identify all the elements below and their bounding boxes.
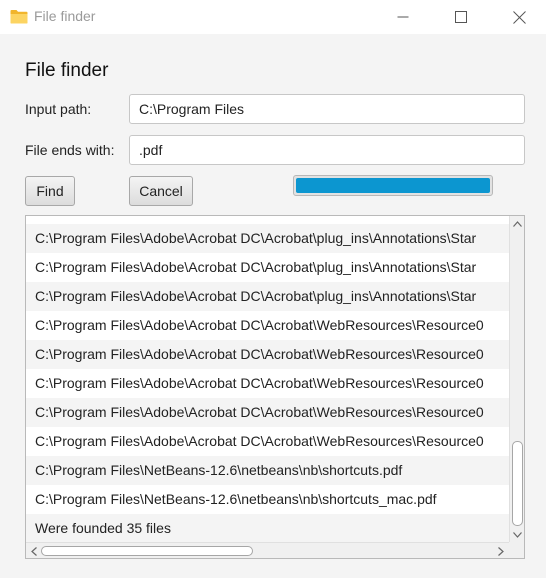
list-item[interactable]: Were founded 35 files <box>26 514 509 543</box>
close-icon <box>512 10 526 24</box>
vertical-scrollbar[interactable] <box>509 216 524 542</box>
cancel-button[interactable]: Cancel <box>129 176 193 206</box>
list-item[interactable]: C:\Program Files\Adobe\Acrobat DC\Acroba… <box>26 253 509 282</box>
chevron-left-icon <box>31 546 37 556</box>
minimize-button[interactable] <box>380 0 426 34</box>
maximize-button[interactable] <box>438 0 484 34</box>
list-item[interactable]: C:\Program Files\Adobe\Acrobat DC\Acroba… <box>26 224 509 253</box>
scroll-right-button[interactable] <box>494 543 508 558</box>
window-titlebar: File finder <box>0 0 546 34</box>
scroll-down-button[interactable] <box>510 528 524 542</box>
vertical-scroll-thumb[interactable] <box>512 441 523 526</box>
input-path-label: Input path: <box>25 101 92 117</box>
minimize-icon <box>397 16 409 18</box>
chevron-down-icon <box>513 532 522 538</box>
scrollbar-corner <box>509 542 524 558</box>
search-progress-bar <box>293 175 493 196</box>
maximize-icon <box>455 11 467 23</box>
find-button[interactable]: Find <box>25 176 75 206</box>
list-item[interactable]: C:\Program Files\NetBeans-12.6\netbeans\… <box>26 456 509 485</box>
chevron-right-icon <box>498 546 504 556</box>
list-item[interactable]: C:\Program Files\Adobe\Acrobat DC\Acroba… <box>26 369 509 398</box>
list-item[interactable]: C:\Program Files\NetBeans-12.6\netbeans\… <box>26 485 509 514</box>
progress-bar-fill <box>296 178 490 193</box>
window-title: File finder <box>34 8 96 24</box>
close-button[interactable] <box>496 0 542 34</box>
input-path-field[interactable] <box>129 94 525 124</box>
list-item[interactable]: C:\Program Files\Adobe\Acrobat DC\Acroba… <box>26 340 509 369</box>
file-ends-with-label: File ends with: <box>25 142 115 158</box>
file-ends-with-field[interactable] <box>129 135 525 165</box>
list-item[interactable]: C:\Program Files\Adobe\Acrobat DC\Acroba… <box>26 398 509 427</box>
scroll-left-button[interactable] <box>27 543 41 558</box>
list-item[interactable]: C:\Program Files\Adobe\Acrobat DC\Acroba… <box>26 311 509 340</box>
list-item[interactable]: C:\Program Files\Adobe\Acrobat DC\Acroba… <box>26 282 509 311</box>
list-item[interactable]: C:\Program Files\Adobe\Acrobat DC\Acroba… <box>26 427 509 456</box>
results-list[interactable]: C:\Program Files\Adobe\Acrobat DC\Acroba… <box>25 215 525 559</box>
chevron-up-icon <box>513 221 522 227</box>
horizontal-scroll-thumb[interactable] <box>41 546 253 556</box>
folder-icon <box>10 10 28 24</box>
page-title: File finder <box>25 60 109 81</box>
horizontal-scrollbar[interactable] <box>26 542 509 558</box>
scroll-up-button[interactable] <box>510 217 524 231</box>
results-list-rows: C:\Program Files\Adobe\Acrobat DC\Acroba… <box>26 224 509 544</box>
